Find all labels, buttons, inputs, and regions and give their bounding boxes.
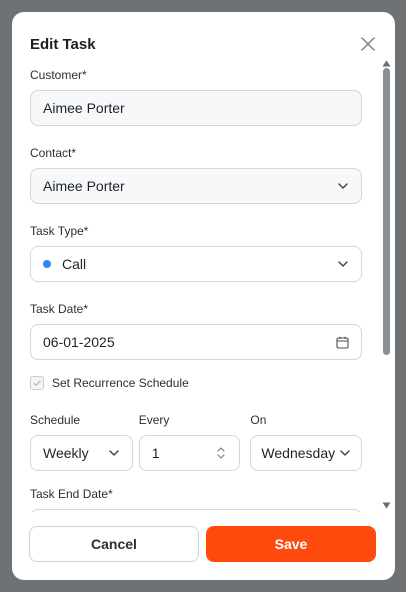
on-label: On (250, 413, 267, 427)
form-body: Customer* Aimee Porter Contact* Aimee Po… (30, 68, 362, 512)
schedule-label: Schedule (30, 413, 81, 427)
recurrence-label: Set Recurrence Schedule (52, 376, 189, 390)
task-type-label: Task Type* (30, 224, 89, 238)
contact-select[interactable]: Aimee Porter (30, 168, 362, 204)
edit-task-dialog: Edit Task Customer* Aimee Porter Contact… (12, 12, 395, 580)
dialog-title: Edit Task (30, 35, 96, 53)
on-group: On Wednesday (250, 413, 362, 471)
schedule-group: Schedule Weekly (30, 413, 133, 471)
task-end-date-field[interactable]: 06-15-2025 (30, 509, 362, 512)
task-date-label: Task Date* (30, 302, 89, 316)
schedule-select[interactable]: Weekly (30, 435, 133, 471)
cancel-button[interactable]: Cancel (29, 526, 199, 562)
scroll-thumb[interactable] (383, 68, 390, 355)
task-type-group: Task Type* Call (30, 224, 362, 282)
task-type-value: Call (62, 256, 87, 272)
customer-field[interactable]: Aimee Porter (30, 90, 362, 126)
recurrence-row[interactable]: Set Recurrence Schedule (30, 374, 362, 392)
customer-group: Customer* Aimee Porter (30, 68, 362, 126)
every-stepper[interactable]: 1 (138, 435, 241, 471)
every-group: Every 1 (138, 413, 241, 471)
recurrence-checkbox[interactable] (30, 376, 44, 390)
recurrence-settings: Schedule Weekly Every 1 On Wednesday (30, 413, 362, 471)
calendar-icon[interactable] (336, 336, 349, 349)
close-icon[interactable] (359, 35, 377, 53)
task-end-date-label: Task End Date* (30, 487, 113, 501)
contact-group: Contact* Aimee Porter (30, 146, 362, 204)
dialog-footer: Cancel Save (29, 526, 376, 562)
every-label: Every (138, 413, 170, 427)
schedule-value: Weekly (43, 445, 89, 461)
chevron-down-icon (108, 447, 120, 459)
scrollbar[interactable] (380, 54, 392, 514)
save-button[interactable]: Save (206, 526, 376, 562)
every-value: 1 (151, 445, 160, 461)
task-date-field[interactable]: 06-01-2025 (30, 324, 362, 360)
stepper-arrows-icon[interactable] (215, 446, 227, 460)
contact-label: Contact* (30, 146, 77, 160)
task-date-value: 06-01-2025 (43, 334, 115, 350)
on-select[interactable]: Wednesday (250, 435, 362, 471)
scroll-down-icon[interactable] (382, 496, 391, 514)
customer-value: Aimee Porter (43, 100, 125, 116)
task-end-date-group: Task End Date* 06-15-2025 (30, 487, 362, 512)
chevron-down-icon (337, 180, 349, 192)
task-type-select[interactable]: Call (30, 246, 362, 282)
chevron-down-icon (339, 447, 351, 459)
task-date-group: Task Date* 06-01-2025 (30, 302, 362, 360)
on-value: Wednesday (261, 445, 336, 461)
call-status-dot (43, 260, 51, 268)
dialog-header: Edit Task (30, 34, 377, 54)
contact-value: Aimee Porter (43, 178, 125, 194)
customer-label: Customer* (30, 68, 87, 82)
chevron-down-icon (337, 258, 349, 270)
